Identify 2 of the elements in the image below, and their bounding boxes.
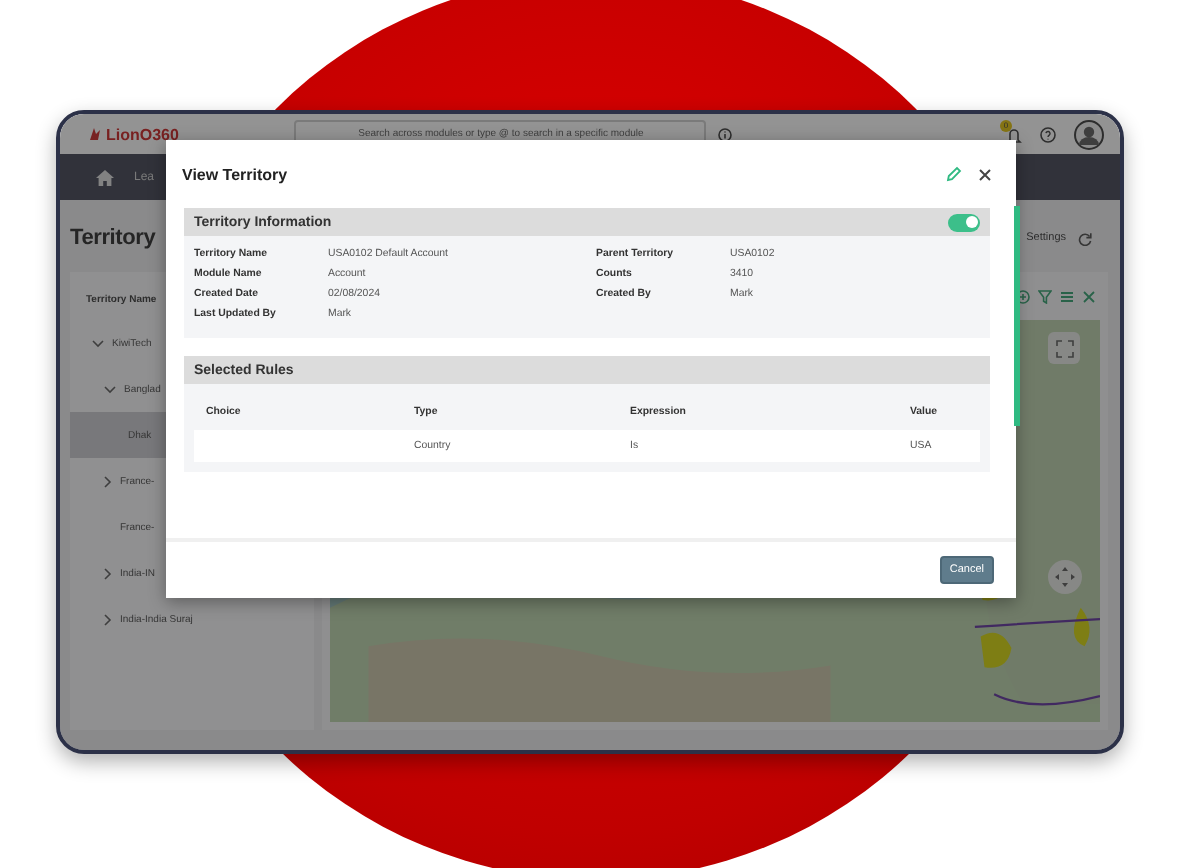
page-title: Territory xyxy=(70,226,156,250)
dialog-title: View Territory xyxy=(182,165,290,183)
